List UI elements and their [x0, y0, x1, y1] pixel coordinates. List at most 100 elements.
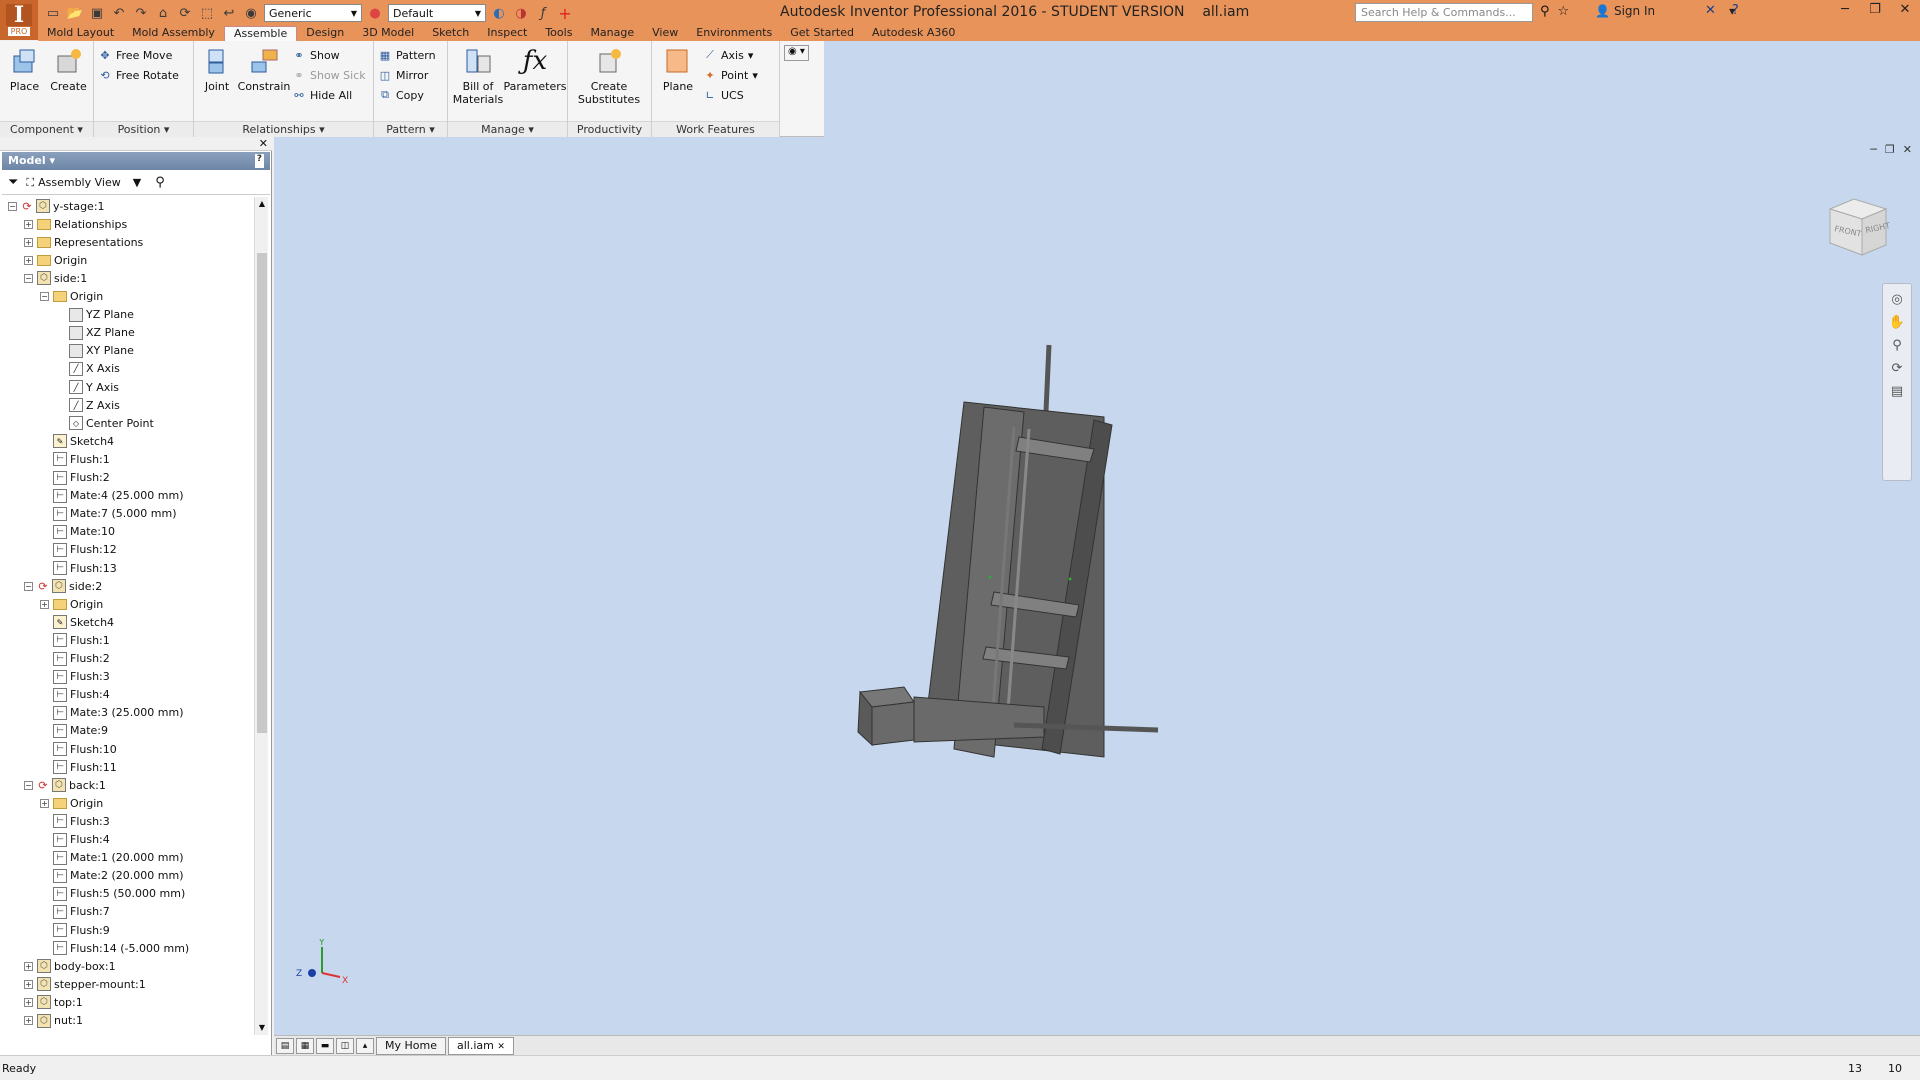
- collapse-icon[interactable]: −: [40, 292, 49, 301]
- tab-get-started[interactable]: Get Started: [781, 26, 863, 41]
- arrange-icon[interactable]: ▬: [316, 1037, 334, 1054]
- tab-environments[interactable]: Environments: [687, 26, 781, 41]
- tree-node[interactable]: − ⟳ ⬡ back:1: [24, 776, 106, 794]
- new-icon[interactable]: ▭: [44, 4, 62, 22]
- adjust-icon[interactable]: ◐: [490, 4, 508, 22]
- tree-node[interactable]: + ⬡ body-box:1: [24, 957, 116, 975]
- tree-node[interactable]: ⊢ Flush:11: [40, 758, 117, 776]
- tab-tools[interactable]: Tools: [536, 26, 581, 41]
- expand-icon[interactable]: +: [24, 1016, 33, 1025]
- tab-mold-layout[interactable]: Mold Layout: [38, 26, 123, 41]
- home-icon[interactable]: ⌂: [154, 4, 172, 22]
- tree-node[interactable]: ╱ Z Axis: [56, 396, 120, 414]
- tree-node[interactable]: ⊢ Flush:3: [40, 812, 110, 830]
- close-button[interactable]: ✕: [1890, 0, 1920, 22]
- component-panel-title[interactable]: Component ▾: [0, 121, 93, 137]
- relationships-panel-title[interactable]: Relationships ▾: [194, 121, 373, 137]
- tree-node[interactable]: ⊢ Mate:7 (5.000 mm): [40, 505, 177, 523]
- point-button[interactable]: ✦ Point ▾: [703, 68, 757, 82]
- tree-node[interactable]: − ⟳ ⬡ side:2: [24, 577, 102, 595]
- browser-close-button[interactable]: ✕: [0, 137, 272, 151]
- tile-icon[interactable]: ▦: [296, 1037, 314, 1054]
- undo-icon[interactable]: ↶: [110, 4, 128, 22]
- return-icon[interactable]: ↩: [220, 4, 238, 22]
- help-icon[interactable]: ?: [1732, 3, 1739, 18]
- free-rotate-button[interactable]: ⟲ Free Rotate: [98, 68, 178, 82]
- tab-manage[interactable]: Manage: [581, 26, 643, 41]
- windows-menu-icon[interactable]: ▴: [356, 1037, 374, 1054]
- tree-node[interactable]: − Origin: [40, 288, 103, 306]
- tree-node[interactable]: ⊢ Flush:2: [40, 650, 110, 668]
- clear-icon[interactable]: ◑: [512, 4, 530, 22]
- cascade-icon[interactable]: ▤: [276, 1037, 294, 1054]
- collapse-icon[interactable]: −: [24, 780, 33, 790]
- tree-node[interactable]: YZ Plane: [56, 306, 134, 324]
- application-menu-button[interactable]: I PRO: [0, 0, 38, 40]
- tree-node[interactable]: ⊢ Flush:4: [40, 686, 110, 704]
- axis-button[interactable]: ⟋ Axis ▾: [703, 48, 758, 62]
- scroll-down-icon[interactable]: ▼: [255, 1021, 269, 1035]
- browser-scrollbar[interactable]: ▲ ▼: [254, 197, 268, 1035]
- find-icon[interactable]: ⚲: [155, 175, 165, 190]
- tab-autodesk-a360[interactable]: Autodesk A360: [863, 26, 964, 41]
- mirror-button[interactable]: ◫ Mirror: [378, 68, 436, 82]
- select-icon[interactable]: ⬚: [198, 4, 216, 22]
- hide-all-button[interactable]: ⚯ Hide All: [292, 88, 366, 102]
- graphics-window[interactable]: ─ ❐ ✕ FRONT RIGHT ◎ ✋ ⚲ ⟳ ▤ Y X Z: [274, 137, 1920, 1035]
- tab-assemble[interactable]: Assemble: [223, 26, 298, 41]
- tree-node[interactable]: ╱ X Axis: [56, 360, 120, 378]
- tab-design[interactable]: Design: [297, 26, 353, 41]
- search-input[interactable]: Search Help & Commands...: [1355, 3, 1533, 22]
- tree-node[interactable]: + ⬡ top:1: [24, 993, 83, 1011]
- tree-node[interactable]: + ⬡ nut:1: [24, 1012, 83, 1030]
- collapse-icon[interactable]: −: [24, 273, 33, 283]
- minimize-button[interactable]: ─: [1830, 0, 1860, 22]
- redo-icon[interactable]: ↷: [132, 4, 150, 22]
- collapse-icon[interactable]: −: [24, 581, 33, 591]
- expand-icon[interactable]: +: [40, 798, 49, 808]
- tree-node[interactable]: ⊢ Flush:3: [40, 668, 110, 686]
- tree-node[interactable]: ⊢ Mate:3 (25.000 mm): [40, 704, 184, 722]
- tree-node[interactable]: ⊢ Mate:2 (20.000 mm): [40, 867, 184, 885]
- binoculars-icon[interactable]: ⚲: [1540, 4, 1550, 19]
- tree-node[interactable]: ⊢ Flush:12: [40, 541, 117, 559]
- tree-node[interactable]: ⊢ Flush:13: [40, 559, 117, 577]
- show-button[interactable]: ⚭ Show: [292, 48, 366, 62]
- tree-node[interactable]: ⊢ Mate:9: [40, 722, 108, 740]
- place-button[interactable]: Place: [4, 45, 45, 121]
- free-move-button[interactable]: ✥ Free Move: [98, 48, 179, 62]
- tab-3d-model[interactable]: 3D Model: [353, 26, 423, 41]
- expand-icon[interactable]: +: [24, 219, 33, 229]
- fx-icon[interactable]: ƒ: [534, 4, 552, 22]
- pattern-panel-title[interactable]: Pattern ▾: [374, 121, 447, 137]
- tree-node[interactable]: ⊢ Flush:2: [40, 469, 110, 487]
- expand-icon[interactable]: +: [40, 599, 49, 609]
- filter-icon[interactable]: ⏷: [8, 175, 18, 190]
- view-dropdown[interactable]: ⛶ Assembly View ▼: [26, 176, 141, 190]
- tree-node[interactable]: ⊢ Flush:1: [40, 631, 110, 649]
- tree-node[interactable]: ⊢ Mate:4 (25.000 mm): [40, 487, 184, 505]
- tree-node[interactable]: ◇ Center Point: [56, 414, 154, 432]
- expand-icon[interactable]: +: [24, 237, 33, 247]
- show-sick-button[interactable]: ⚭ Show Sick: [292, 68, 365, 82]
- constrain-button[interactable]: Constrain: [238, 45, 290, 121]
- expand-icon[interactable]: +: [24, 961, 33, 971]
- scroll-up-icon[interactable]: ▲: [255, 197, 269, 211]
- create-button[interactable]: Create: [48, 45, 89, 121]
- tab-inspect[interactable]: Inspect: [478, 26, 536, 41]
- star-icon[interactable]: ☆: [1558, 4, 1570, 19]
- tree-node[interactable]: + ⬡ stepper-mount:1: [24, 975, 146, 993]
- tree-node[interactable]: ⊢ Flush:5 (50.000 mm): [40, 885, 185, 903]
- tab-my-home[interactable]: My Home: [376, 1036, 446, 1055]
- ucs-button[interactable]: ∟ UCS: [703, 88, 758, 102]
- assembly-model[interactable]: [274, 137, 1920, 1035]
- tree-node[interactable]: ✎ Sketch4: [40, 432, 114, 450]
- tree-node[interactable]: + Relationships: [24, 215, 127, 233]
- tree-node[interactable]: ⊢ Flush:4: [40, 831, 110, 849]
- tree-node[interactable]: ⊢ Mate:10: [40, 523, 115, 541]
- tree-node[interactable]: ✎ Sketch4: [40, 613, 114, 631]
- tree-node[interactable]: + Origin: [40, 595, 103, 613]
- tree-node[interactable]: − ⬡ side:1: [24, 269, 87, 287]
- browser-header[interactable]: Model ▾ ?: [2, 152, 270, 170]
- tree-node[interactable]: ⊢ Mate:1 (20.000 mm): [40, 849, 184, 867]
